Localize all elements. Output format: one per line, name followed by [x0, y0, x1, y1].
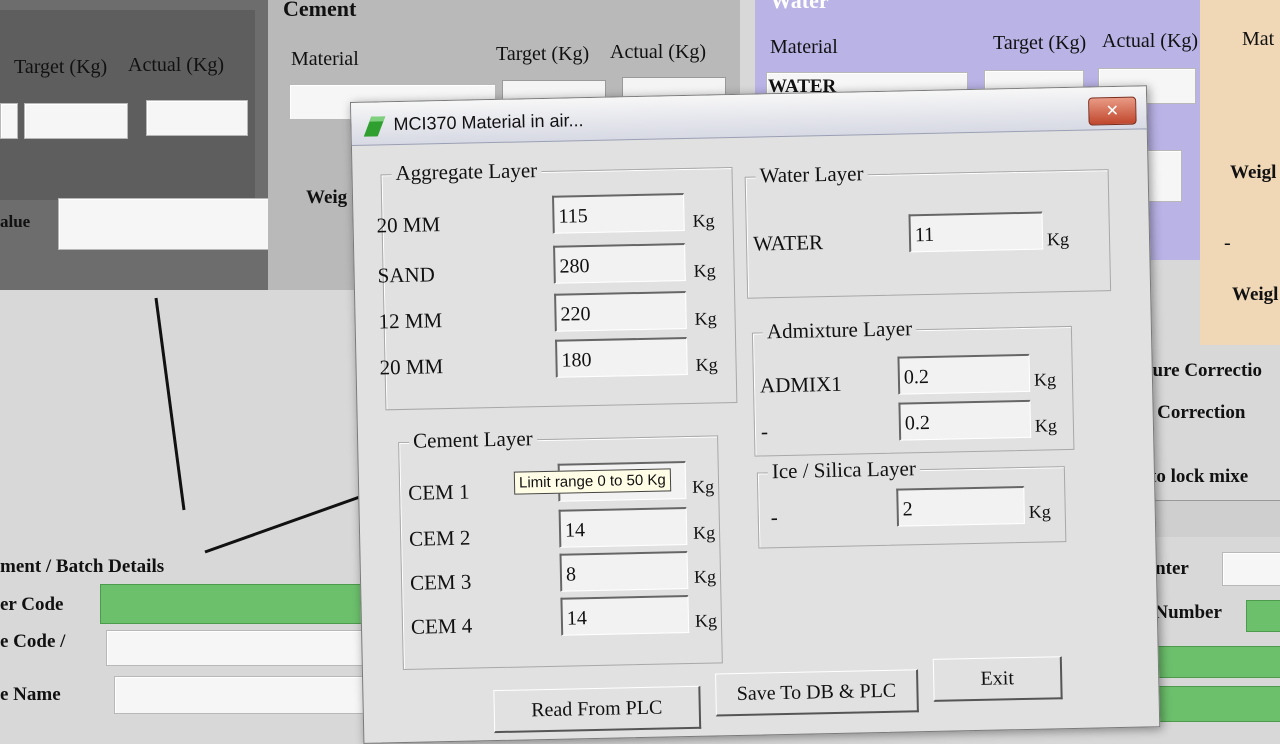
- water-panel-title: Water: [770, 0, 829, 13]
- cement-row-4-unit: Kg: [694, 610, 718, 631]
- cement-row-3-label: CEM 3: [409, 569, 472, 595]
- batch-counter-field[interactable]: [1222, 552, 1280, 586]
- exit-button[interactable]: Exit: [932, 656, 1063, 702]
- limit-range-tooltip: Limit range 0 to 50 Kg: [513, 468, 671, 495]
- ice-silica-input[interactable]: 2: [896, 485, 1025, 527]
- aggregate-row-1-label: 20 MM: [376, 212, 441, 238]
- customer-code-label: er Code: [0, 594, 64, 615]
- water-layer-group: Water Layer WATER 11 Kg: [744, 161, 1112, 299]
- right-dash-label: -: [1224, 232, 1231, 254]
- cement-row-3-unit: Kg: [693, 566, 717, 587]
- cement-row-2-unit: Kg: [692, 522, 716, 543]
- code-label: e Code /: [0, 631, 66, 652]
- aggregate-row-2-input[interactable]: 280: [553, 243, 686, 284]
- admixture-row-2-label: -: [760, 419, 769, 444]
- water-material-label: Material: [770, 36, 838, 58]
- admixture-row-2-unit: Kg: [1034, 415, 1058, 436]
- water-layer-input[interactable]: 11: [908, 211, 1044, 253]
- cement-row-1-label: CEM 1: [407, 479, 470, 505]
- batch-details-heading: ment / Batch Details: [0, 556, 165, 577]
- aggregate-row-4-unit: Kg: [695, 354, 718, 375]
- read-from-plc-button[interactable]: Read From PLC: [493, 685, 702, 734]
- aggregate-row-3-input[interactable]: 220: [554, 291, 687, 332]
- name-label: e Name: [0, 684, 61, 705]
- app-icon: [363, 116, 386, 137]
- ice-silica-layer-group: Ice / Silica Layer - 2 Kg: [756, 456, 1067, 549]
- customer-code-field[interactable]: [100, 584, 402, 624]
- water-actual-label: Actual (Kg): [1102, 30, 1199, 52]
- close-button[interactable]: ✕: [1088, 96, 1137, 126]
- water-layer-label: WATER: [752, 230, 824, 256]
- aggregate-row-2-unit: Kg: [693, 260, 716, 281]
- aggregate-row-1-unit: Kg: [692, 210, 715, 231]
- aggregate-row-2-label: SAND: [377, 262, 436, 288]
- admixture-row-1-input[interactable]: 0.2: [897, 353, 1031, 395]
- ice-silica-layer-title: Ice / Silica Layer: [767, 456, 921, 485]
- code-field[interactable]: [106, 630, 402, 666]
- cement-layer-title: Cement Layer: [408, 426, 537, 454]
- right-material-label: Mat: [1242, 28, 1275, 50]
- cement-target-label: Target (Kg): [496, 43, 590, 65]
- admixture-layer-group: Admixture Layer ADMIX1 0.2 Kg - 0.2 Kg: [751, 316, 1075, 457]
- ice-silica-label: -: [770, 505, 779, 530]
- name-field[interactable]: [114, 676, 402, 714]
- aggregate-row-4-input[interactable]: 180: [555, 336, 688, 378]
- iteration-number-field[interactable]: [1246, 600, 1280, 632]
- cement-row-2-input[interactable]: 14: [558, 507, 688, 548]
- admixture-row-1-unit: Kg: [1033, 369, 1057, 390]
- aggregate-row-3-unit: Kg: [694, 308, 717, 329]
- admixture-layer-title: Admixture Layer: [762, 316, 917, 345]
- aggregate-layer-group: Aggregate Layer 20 MM 115 Kg SAND 280 Kg…: [376, 158, 738, 411]
- cement-row-4-label: CEM 4: [410, 613, 473, 639]
- cement-row-2-label: CEM 2: [408, 525, 471, 551]
- water-layer-unit: Kg: [1046, 228, 1070, 250]
- aggregate-row-3-label: 12 MM: [378, 308, 443, 334]
- aggregate-row-4-label: 20 MM: [379, 354, 444, 380]
- right-weigh-label-2: Weigl: [1232, 284, 1279, 305]
- ice-silica-unit: Kg: [1028, 501, 1051, 522]
- water-target-label: Target (Kg): [993, 32, 1087, 54]
- admixture-row-1-label: ADMIX1: [759, 371, 842, 398]
- water-layer-title: Water Layer: [755, 161, 868, 189]
- cement-actual-label: Actual (Kg): [610, 41, 707, 63]
- cement-row-1-unit: Kg: [691, 476, 715, 497]
- cement-row-3-input[interactable]: 8: [559, 551, 689, 592]
- aggregate-layer-title: Aggregate Layer: [391, 158, 542, 187]
- connector-lines: [154, 297, 386, 554]
- right-weigh-label-1: Weigl: [1230, 162, 1277, 183]
- material-in-air-dialog: MCI370 Material in air... ✕ Aggregate La…: [350, 85, 1161, 744]
- admixture-row-2-input[interactable]: 0.2: [898, 399, 1032, 441]
- save-to-db-plc-button[interactable]: Save To DB & PLC: [715, 669, 919, 717]
- cement-row-4-input[interactable]: 14: [560, 595, 690, 636]
- dialog-title: MCI370 Material in air...: [393, 110, 584, 135]
- aggregate-row-1-input[interactable]: 115: [552, 193, 685, 234]
